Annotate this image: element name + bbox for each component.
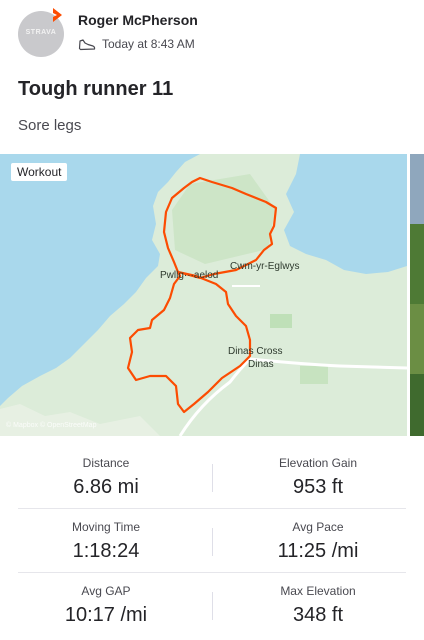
stat-label: Elevation Gain <box>278 456 358 470</box>
stat-max-elevation: Max Elevation 348 ft <box>212 574 424 638</box>
route-map[interactable]: Workout Pwllg···aelod Cwm-yr-Eglwys Dina… <box>0 154 407 436</box>
green-patch <box>270 314 292 328</box>
activity-title[interactable]: Tough runner 11 <box>18 78 173 101</box>
activity-photo[interactable] <box>410 154 424 436</box>
stat-label: Distance <box>82 456 130 470</box>
activity-timestamp: Today at 8:43 AM <box>102 37 195 51</box>
stats-row: Avg GAP 10:17 /mi Max Elevation 348 ft <box>0 574 424 638</box>
stat-value: 11:25 /mi <box>277 540 359 562</box>
divider <box>18 572 406 573</box>
stat-value: 1:18:24 <box>72 540 140 562</box>
stat-label: Avg Pace <box>292 520 344 534</box>
shoe-icon <box>78 39 96 51</box>
workout-tag: Workout <box>11 163 68 181</box>
avatar-text: STRAVA <box>25 29 57 36</box>
place-label: Pwllg···aelod <box>160 270 219 281</box>
photo-thumbnail <box>410 154 424 436</box>
stat-moving-time: Moving Time 1:18:24 <box>0 510 212 574</box>
green-patch <box>300 366 328 384</box>
divider <box>18 508 406 509</box>
activity-meta: Today at 8:43 AM <box>78 36 195 52</box>
stats-row: Distance 6.86 mi Elevation Gain 953 ft <box>0 446 424 510</box>
stat-elevation-gain: Elevation Gain 953 ft <box>212 446 424 510</box>
stat-label: Avg GAP <box>81 584 131 598</box>
stat-avg-gap: Avg GAP 10:17 /mi <box>0 574 212 638</box>
stat-value: 10:17 /mi <box>64 604 148 626</box>
map-canvas <box>0 154 407 436</box>
stat-value: 348 ft <box>292 604 344 626</box>
place-label: Dinas Cross <box>228 346 283 357</box>
stats-row: Moving Time 1:18:24 Avg Pace 11:25 /mi <box>0 510 424 574</box>
stat-label: Moving Time <box>71 520 141 534</box>
stat-distance: Distance 6.86 mi <box>0 446 212 510</box>
place-label: Dinas <box>248 359 274 370</box>
map-attribution: © Mapbox © OpenStreetMap <box>6 422 97 429</box>
stat-avg-pace: Avg Pace 11:25 /mi <box>212 510 424 574</box>
activity-header: STRAVA Roger McPherson Today at 8:43 AM <box>0 0 424 62</box>
strava-chevron-icon <box>53 8 62 22</box>
place-label: Cwm-yr-Eglwys <box>230 261 300 272</box>
stat-label: Max Elevation <box>280 584 356 598</box>
stat-value: 953 ft <box>292 476 344 498</box>
user-name[interactable]: Roger McPherson <box>78 12 198 28</box>
stat-value: 6.86 mi <box>73 476 139 498</box>
activity-description: Sore legs <box>18 117 82 134</box>
